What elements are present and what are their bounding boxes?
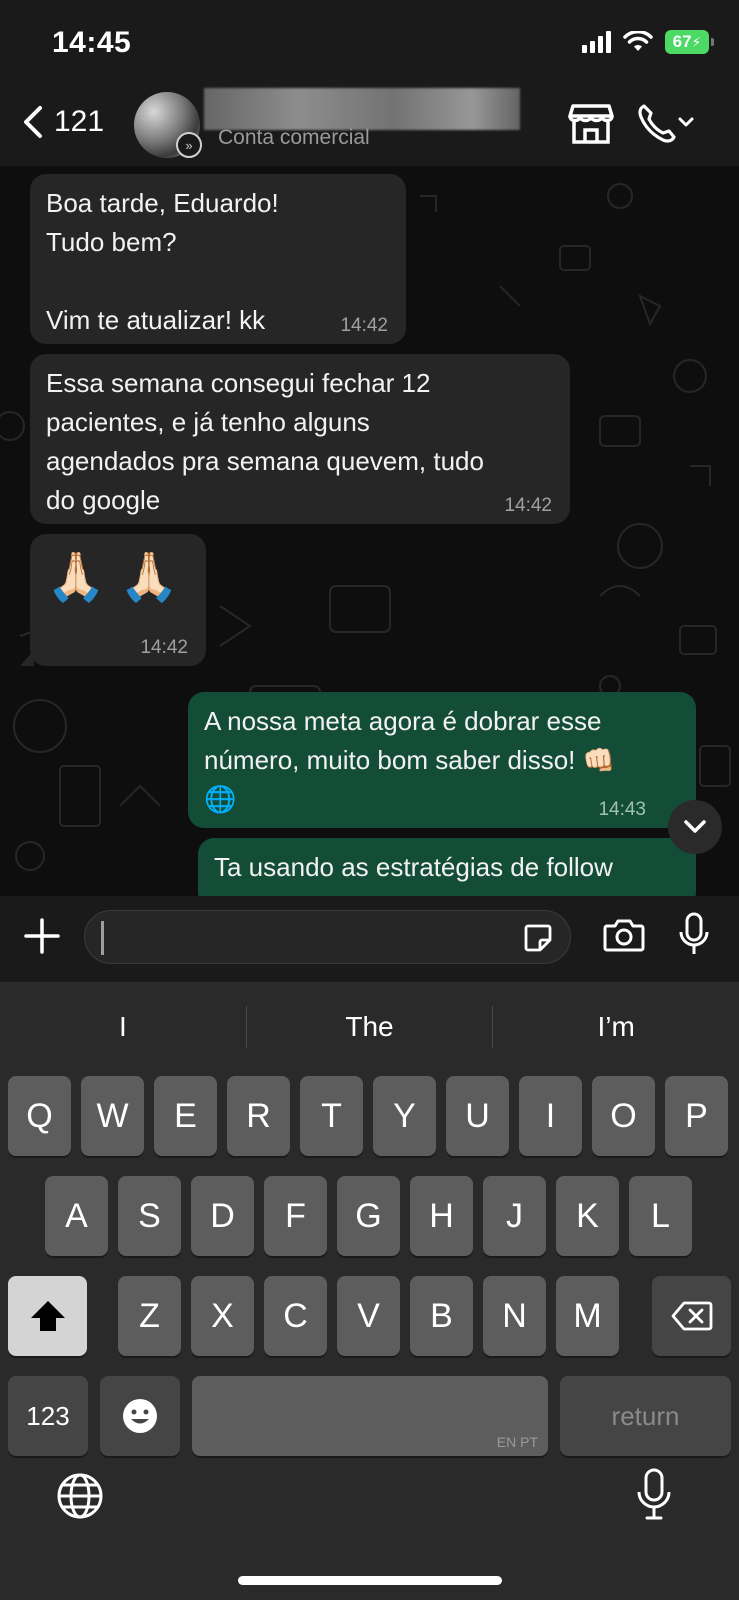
chat-header: 121 » Conta comercial	[0, 88, 739, 166]
key-v[interactable]: V	[337, 1276, 400, 1356]
key-y[interactable]: Y	[373, 1076, 436, 1156]
contact-subtitle: Conta comercial	[218, 126, 370, 149]
key-p[interactable]: P	[665, 1076, 728, 1156]
unread-count: 121	[54, 105, 105, 138]
message-time: 14:43	[598, 799, 646, 820]
chevron-down-icon	[684, 820, 706, 833]
message-time: 14:42	[340, 315, 388, 336]
key-x[interactable]: X	[191, 1276, 254, 1356]
key-w[interactable]: W	[81, 1076, 144, 1156]
key-s[interactable]: S	[118, 1176, 181, 1256]
message-time: 14:42	[140, 637, 188, 658]
key-q[interactable]: Q	[8, 1076, 71, 1156]
key-f[interactable]: F	[264, 1176, 327, 1256]
key-t[interactable]: T	[300, 1076, 363, 1156]
key-b[interactable]: B	[410, 1276, 473, 1356]
message-composer	[0, 896, 739, 982]
chevron-left-icon	[24, 106, 42, 138]
message-text: Ta usando as estratégias de follow	[214, 852, 613, 882]
suggestion[interactable]: I’m	[493, 1011, 739, 1043]
key-n[interactable]: N	[483, 1276, 546, 1356]
status-time: 14:45	[52, 26, 132, 59]
emoji-key[interactable]	[100, 1376, 180, 1456]
message-bubble-outgoing[interactable]: A nossa meta agora é dobrar esse número,…	[188, 692, 696, 828]
battery-level: 67	[672, 32, 692, 51]
storefront-icon[interactable]	[568, 102, 614, 146]
message-time: 14:42	[504, 495, 552, 516]
cellular-signal-icon	[582, 31, 611, 53]
emoji-face-icon	[123, 1399, 157, 1433]
space-language-label: EN PT	[496, 1434, 538, 1450]
suggestion[interactable]: I	[0, 1011, 246, 1043]
status-icons: 67 ⚡	[582, 30, 714, 54]
scroll-to-bottom-button[interactable]	[668, 800, 722, 854]
numbers-key[interactable]: 123	[8, 1376, 88, 1456]
status-bar: 14:45 67 ⚡	[0, 0, 739, 88]
message-text: Essa semana consegui fechar 12 pacientes…	[46, 368, 484, 515]
key-i[interactable]: I	[519, 1076, 582, 1156]
key-a[interactable]: A	[45, 1176, 108, 1256]
message-emoji: 🙏🏻 🙏🏻	[46, 551, 179, 604]
backspace-key[interactable]	[652, 1276, 731, 1356]
contact-name-blurred[interactable]	[204, 88, 520, 130]
key-d[interactable]: D	[191, 1176, 254, 1256]
suggestion[interactable]: The	[247, 1011, 493, 1043]
globe-language-icon[interactable]	[56, 1472, 104, 1520]
key-m[interactable]: M	[556, 1276, 619, 1356]
message-input[interactable]	[84, 910, 571, 964]
shift-key[interactable]	[8, 1276, 87, 1356]
key-r[interactable]: R	[227, 1076, 290, 1156]
key-o[interactable]: O	[592, 1076, 655, 1156]
keyboard: I The I’m Q W E R T Y U I O P A S D F G …	[0, 982, 739, 1600]
key-e[interactable]: E	[154, 1076, 217, 1156]
key-l[interactable]: L	[629, 1176, 692, 1256]
plus-attach-icon[interactable]	[22, 916, 62, 956]
key-u[interactable]: U	[446, 1076, 509, 1156]
dictation-microphone-icon[interactable]	[636, 1468, 672, 1522]
microphone-icon[interactable]	[678, 912, 710, 958]
key-c[interactable]: C	[264, 1276, 327, 1356]
key-k[interactable]: K	[556, 1176, 619, 1256]
message-bubble-incoming[interactable]: Boa tarde, Eduardo! Tudo bem? Vim te atu…	[30, 174, 406, 344]
business-badge-icon: »	[176, 132, 202, 158]
key-z[interactable]: Z	[118, 1276, 181, 1356]
key-j[interactable]: J	[483, 1176, 546, 1256]
wifi-icon	[623, 31, 653, 51]
phone-call-icon[interactable]	[636, 102, 698, 146]
battery-icon: 67 ⚡	[665, 30, 714, 54]
text-caret	[101, 921, 104, 955]
backspace-icon	[671, 1301, 712, 1331]
back-button[interactable]: 121	[20, 102, 104, 142]
shift-arrow-icon	[30, 1301, 65, 1331]
message-bubble-outgoing[interactable]: Ta usando as estratégias de follow	[198, 838, 696, 896]
message-bubble-incoming[interactable]: Essa semana consegui fechar 12 pacientes…	[30, 354, 570, 524]
return-key[interactable]: return	[560, 1376, 731, 1456]
sticker-icon[interactable]	[522, 922, 554, 954]
camera-icon[interactable]	[603, 918, 645, 952]
key-h[interactable]: H	[410, 1176, 473, 1256]
home-indicator[interactable]	[238, 1576, 502, 1585]
key-g[interactable]: G	[337, 1176, 400, 1256]
message-text: Boa tarde, Eduardo! Tudo bem? Vim te atu…	[46, 188, 279, 335]
predictive-bar: I The I’m	[0, 982, 739, 1072]
space-bar[interactable]: EN PT	[192, 1376, 548, 1456]
chat-area[interactable]: Boa tarde, Eduardo! Tudo bem? Vim te atu…	[0, 166, 739, 896]
message-bubble-incoming[interactable]: 🙏🏻 🙏🏻 14:42	[30, 534, 206, 666]
